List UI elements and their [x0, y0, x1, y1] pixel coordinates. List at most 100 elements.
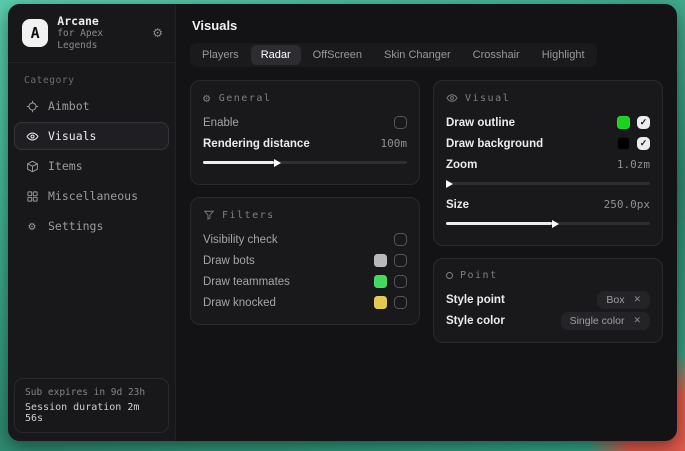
close-icon[interactable]: ✕	[633, 315, 641, 326]
crosshair-icon	[25, 99, 39, 113]
check-icon: ✓	[640, 118, 648, 127]
draw-outline-checkbox[interactable]: ✓	[637, 116, 650, 129]
session-info-box: Sub expires in 9d 23h Session duration 2…	[14, 378, 169, 433]
style-color-value: Single color	[570, 315, 625, 327]
sidebar-item-items[interactable]: Items	[14, 152, 169, 180]
draw-knocked-color-swatch[interactable]	[374, 296, 387, 309]
draw-background-color-swatch[interactable]	[617, 137, 630, 150]
main-content: Visuals Players Radar OffScreen Skin Cha…	[176, 4, 677, 441]
enable-checkbox[interactable]	[394, 116, 407, 129]
style-point-value: Box	[606, 294, 624, 306]
category-label: Category	[8, 63, 175, 92]
zoom-row: Zoom 1.0zm	[446, 154, 650, 175]
style-point-row: Style point Box ✕	[446, 289, 650, 310]
slider-thumb[interactable]	[274, 159, 281, 167]
session-duration-text: Session duration 2m 56s	[25, 402, 158, 424]
zoom-value: 1.0zm	[617, 158, 650, 171]
sidebar-item-settings[interactable]: ⚙ Settings	[14, 212, 169, 240]
sidebar-item-label: Items	[48, 159, 83, 173]
sidebar-item-visuals[interactable]: Visuals	[14, 122, 169, 150]
draw-bots-checkbox[interactable]	[394, 254, 407, 267]
sidebar-item-miscellaneous[interactable]: Miscellaneous	[14, 182, 169, 210]
panel-title: Visual	[465, 93, 510, 104]
point-icon	[446, 272, 453, 279]
style-point-label: Style point	[446, 294, 505, 306]
draw-outline-row: Draw outline ✓	[446, 112, 650, 133]
app-title: Arcane	[57, 14, 143, 28]
size-slider[interactable]	[446, 222, 650, 225]
draw-bots-label: Draw bots	[203, 255, 255, 267]
point-panel: Point Style point Box ✕ Style color	[433, 258, 663, 343]
zoom-label: Zoom	[446, 159, 477, 171]
draw-outline-label: Draw outline	[446, 117, 515, 129]
size-row: Size 250.0px	[446, 194, 650, 215]
draw-background-checkbox[interactable]: ✓	[637, 137, 650, 150]
draw-teammates-label: Draw teammates	[203, 276, 290, 288]
sidebar-item-aimbot[interactable]: Aimbot	[14, 92, 169, 120]
visibility-check-label: Visibility check	[203, 234, 278, 246]
draw-teammates-checkbox[interactable]	[394, 275, 407, 288]
sidebar-nav: Aimbot Visuals Items Miscellaneous	[8, 92, 175, 240]
draw-background-row: Draw background ✓	[446, 133, 650, 154]
eye-icon	[25, 129, 39, 143]
general-panel: ⚙ General Enable Rendering distance 100m	[190, 80, 420, 185]
draw-knocked-row: Draw knocked	[203, 292, 407, 313]
visuals-tabbar: Players Radar OffScreen Skin Changer Cro…	[190, 43, 597, 67]
draw-outline-color-swatch[interactable]	[617, 116, 630, 129]
rendering-distance-row: Rendering distance 100m	[203, 133, 407, 154]
app-logo: A	[22, 19, 48, 47]
grid-icon	[25, 189, 39, 203]
eye-icon	[446, 92, 458, 104]
sidebar: A Arcane for Apex Legends ⚙ Category Aim…	[8, 4, 176, 441]
rendering-distance-slider[interactable]	[203, 161, 407, 164]
tab-skin-changer[interactable]: Skin Changer	[374, 45, 461, 65]
sidebar-item-label: Aimbot	[48, 99, 90, 113]
brand-block: Arcane for Apex Legends	[57, 14, 143, 52]
enable-label: Enable	[203, 117, 239, 129]
visibility-check-row: Visibility check	[203, 229, 407, 250]
visibility-check-checkbox[interactable]	[394, 233, 407, 246]
box-icon	[25, 159, 39, 173]
draw-bots-row: Draw bots	[203, 250, 407, 271]
size-label: Size	[446, 199, 469, 211]
sidebar-item-label: Miscellaneous	[48, 189, 138, 203]
tab-offscreen[interactable]: OffScreen	[303, 45, 372, 65]
panel-title: Point	[460, 270, 498, 281]
check-icon: ✓	[640, 139, 648, 148]
slider-thumb[interactable]	[552, 220, 559, 228]
general-panel-header: ⚙ General	[203, 92, 407, 104]
size-value: 250.0px	[604, 198, 650, 211]
point-panel-header: Point	[446, 270, 650, 281]
sidebar-item-label: Settings	[48, 219, 103, 233]
zoom-slider[interactable]	[446, 182, 650, 185]
filters-panel: Filters Visibility check Draw bots	[190, 197, 420, 325]
panel-title: Filters	[222, 210, 275, 221]
gear-icon[interactable]: ⚙	[152, 27, 163, 39]
sidebar-item-label: Visuals	[48, 129, 96, 143]
style-color-select[interactable]: Single color ✕	[561, 312, 650, 330]
visual-panel-header: Visual	[446, 92, 650, 104]
tab-players[interactable]: Players	[192, 45, 249, 65]
funnel-icon	[203, 209, 215, 221]
app-subtitle: for Apex Legends	[57, 28, 143, 52]
style-color-row: Style color Single color ✕	[446, 310, 650, 331]
draw-teammates-row: Draw teammates	[203, 271, 407, 292]
visual-panel: Visual Draw outline ✓ Draw background	[433, 80, 663, 246]
enable-row: Enable	[203, 112, 407, 133]
tab-highlight[interactable]: Highlight	[532, 45, 595, 65]
gear-icon: ⚙	[203, 92, 212, 104]
tab-crosshair[interactable]: Crosshair	[463, 45, 530, 65]
style-point-select[interactable]: Box ✕	[597, 291, 650, 309]
app-window: A Arcane for Apex Legends ⚙ Category Aim…	[8, 4, 677, 441]
close-icon[interactable]: ✕	[633, 294, 641, 305]
draw-knocked-checkbox[interactable]	[394, 296, 407, 309]
slider-thumb[interactable]	[446, 180, 453, 188]
draw-teammates-color-swatch[interactable]	[374, 275, 387, 288]
sub-expires-text: Sub expires in 9d 23h	[25, 387, 158, 398]
rendering-distance-label: Rendering distance	[203, 138, 310, 150]
draw-bots-color-swatch[interactable]	[374, 254, 387, 267]
filters-panel-header: Filters	[203, 209, 407, 221]
page-title: Visuals	[192, 18, 663, 33]
style-color-label: Style color	[446, 315, 505, 327]
tab-radar[interactable]: Radar	[251, 45, 301, 65]
